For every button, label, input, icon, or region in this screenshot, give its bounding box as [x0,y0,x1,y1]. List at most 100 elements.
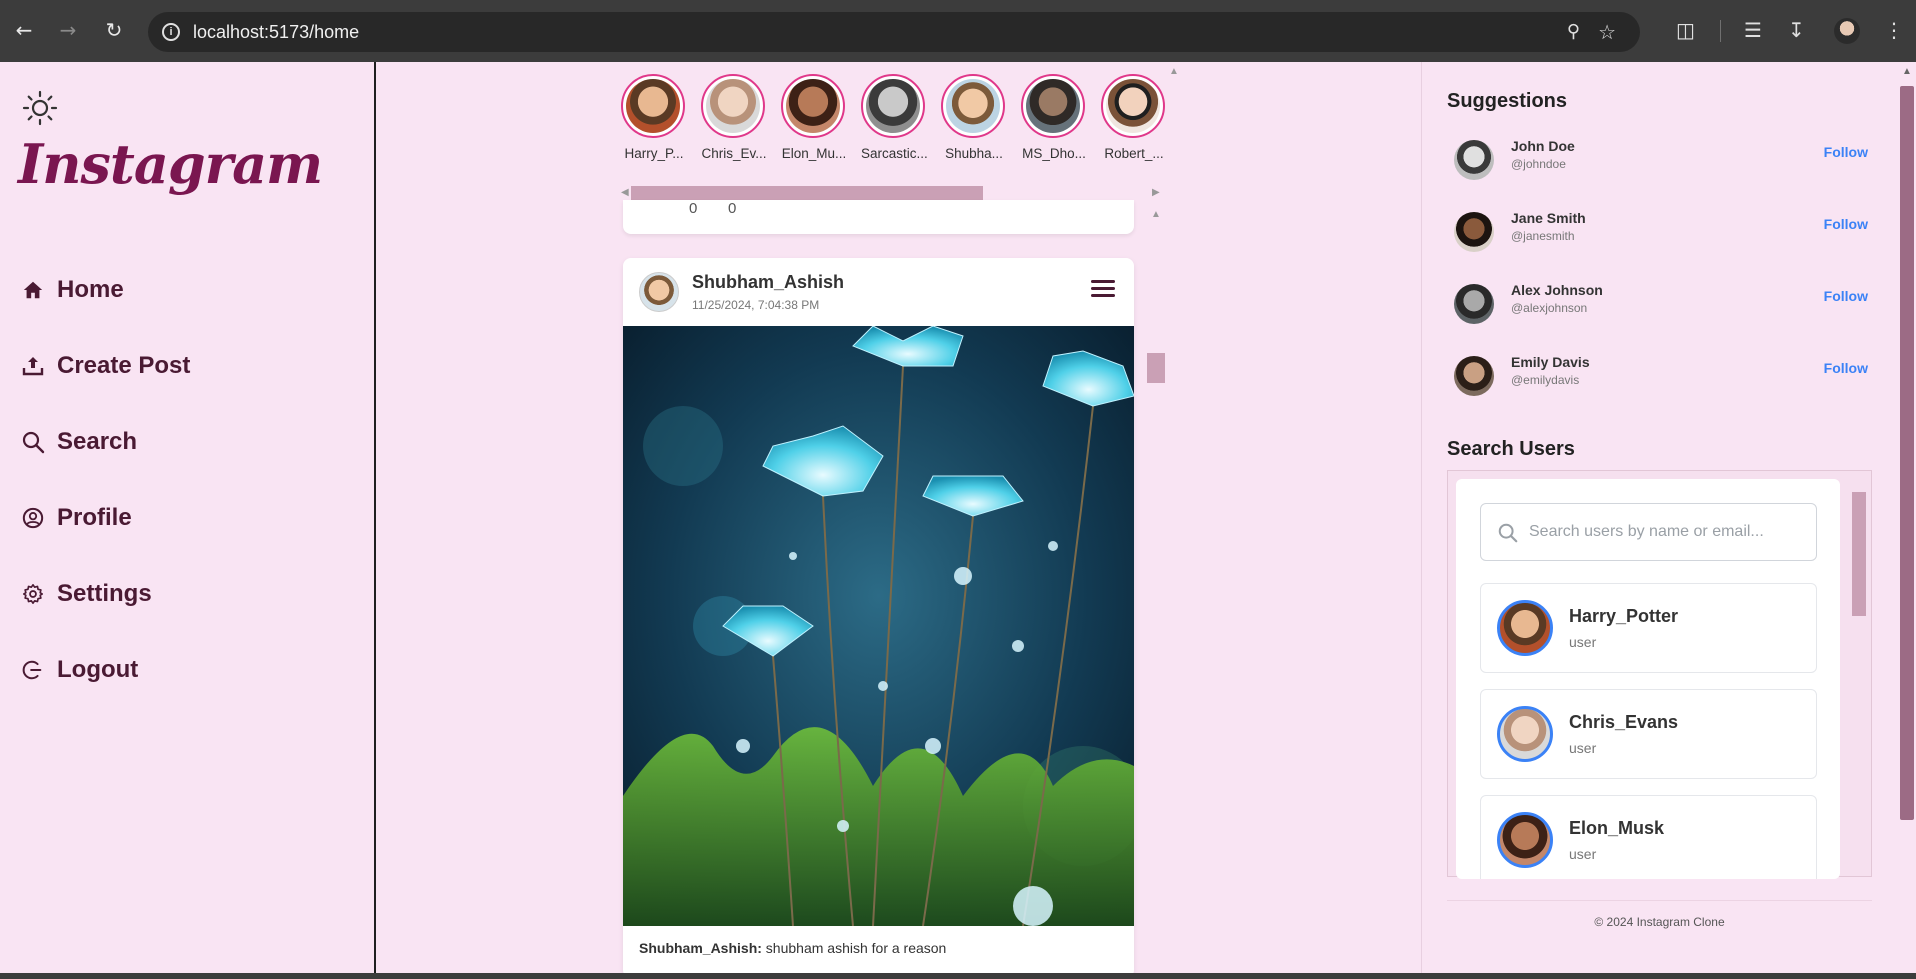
stories-scrollbar[interactable]: ◀ ▶ [621,185,1160,202]
sidebar: Instagram Home Create Post Search Profil… [0,62,376,973]
scroll-left-arrow[interactable]: ◀ [621,187,629,198]
search-input[interactable] [1529,518,1799,546]
nav-label: Settings [57,580,152,607]
story-ring [1101,74,1165,138]
suggestion-handle: @johndoe [1511,157,1566,171]
suggestion-item: Jane Smith @janesmith Follow [1454,204,1868,264]
user-result-card[interactable]: Harry_Potter user [1480,583,1817,673]
url-text[interactable]: localhost:5173/home [193,22,359,43]
gear-icon [20,581,46,607]
sun-icon[interactable] [22,90,58,126]
story-item[interactable]: Chris_Ev... [701,74,767,161]
feed-scrollbar-thumb[interactable] [1147,353,1165,383]
browser-profile-avatar[interactable] [1834,18,1860,44]
suggestion-handle: @alexjohnson [1511,301,1588,315]
user-result-role: user [1569,634,1597,650]
story-item[interactable]: MS_Dho... [1021,74,1087,161]
search-users-panel: Harry_Potter user Chris_Evans user Elon_… [1447,470,1872,879]
post-username[interactable]: Shubham_Ashish [692,272,844,293]
nav-profile[interactable]: Profile [20,480,190,556]
address-bar[interactable]: i localhost:5173/home ⚲ ☆ [148,12,1640,52]
nav-label: Profile [57,504,132,531]
user-result-name: Chris_Evans [1569,712,1679,732]
page-scrollbar[interactable]: ▲ [1898,62,1916,973]
story-username: Shubha... [945,146,1003,161]
app-logo[interactable]: Instagram [18,132,323,196]
extensions-icon[interactable]: ◫ [1676,18,1695,42]
window-bottom-edge [0,973,1916,979]
scrollbar-thumb[interactable] [1900,86,1914,820]
avatar[interactable] [1454,284,1494,324]
home-icon [20,277,46,303]
media-controls-icon[interactable]: ☰ [1744,18,1762,42]
story-username: Robert_... [1104,146,1164,161]
avatar [626,79,680,133]
suggestion-name[interactable]: Emily Davis [1511,354,1590,370]
nav-logout[interactable]: Logout [20,632,190,708]
nav-label: Search [57,428,138,455]
reload-icon[interactable]: ↻ [102,18,126,42]
browser-menu-icon[interactable]: ⋮ [1884,18,1904,42]
upload-icon [20,353,46,379]
story-username: MS_Dho... [1022,146,1086,161]
avatar[interactable] [639,272,679,312]
suggestion-name[interactable]: John Doe [1511,138,1575,154]
follow-button[interactable]: Follow [1824,144,1868,160]
search-users-list: Harry_Potter user Chris_Evans user Elon_… [1456,479,1840,879]
nav-search[interactable]: Search [20,404,190,480]
caption-text: shubham ashish for a reason [761,940,947,956]
story-ring [1021,74,1085,138]
suggestions-title: Suggestions [1447,90,1568,112]
download-icon[interactable]: ↧ [1788,18,1805,42]
nav-settings[interactable]: Settings [20,556,190,632]
forward-icon[interactable]: → [56,18,80,42]
hamburger-menu-icon[interactable] [1091,280,1115,298]
follow-button[interactable]: Follow [1824,360,1868,376]
story-item[interactable]: Shubha... [941,74,1007,161]
suggestion-handle: @janesmith [1511,229,1575,243]
user-result-role: user [1569,846,1597,862]
nav-label: Home [57,276,124,303]
back-icon[interactable]: ← [12,18,36,42]
search-field[interactable] [1480,503,1817,561]
search-users-scrollbar[interactable] [1850,480,1866,870]
nav-create-post[interactable]: Create Post [20,328,190,404]
scroll-right-arrow[interactable]: ▶ [1152,187,1160,198]
avatar[interactable] [1454,140,1494,180]
story-item[interactable]: Sarcastic... [861,74,927,161]
story-item[interactable]: Elon_Mu... [781,74,847,161]
follow-button[interactable]: Follow [1824,288,1868,304]
suggestion-name[interactable]: Alex Johnson [1511,282,1603,298]
caption-username[interactable]: Shubham_Ashish: [639,940,762,956]
suggestion-item: Emily Davis @emilydavis Follow [1454,348,1868,408]
feed: ▲ Harry_P... Chris_Ev... Elon_Mu... Sarc… [378,62,1420,973]
story-username: Sarcastic... [861,146,927,161]
story-username: Chris_Ev... [701,146,767,161]
story-item[interactable]: Harry_P... [621,74,687,161]
post-image[interactable] [623,326,1134,926]
scroll-up-arrow[interactable]: ▲ [1151,209,1161,220]
avatar[interactable] [1454,356,1494,396]
site-info-icon[interactable]: i [162,23,180,41]
avatar[interactable] [1454,212,1494,252]
toolbar-divider [1720,20,1721,42]
stories-bar[interactable]: Harry_P... Chris_Ev... Elon_Mu... Sarcas… [621,74,1167,166]
scroll-up-arrow[interactable]: ▲ [1902,66,1912,77]
user-result-card[interactable]: Elon_Musk user [1480,795,1817,879]
user-result-card[interactable]: Chris_Evans user [1480,689,1817,779]
story-ring [621,74,685,138]
avatar [1026,79,1080,133]
main-nav: Home Create Post Search Profile Settings [20,252,190,708]
follow-button[interactable]: Follow [1824,216,1868,232]
footer-copyright: © 2024 Instagram Clone [1447,900,1872,929]
avatar [786,79,840,133]
zoom-icon[interactable]: ⚲ [1567,21,1580,42]
nav-home[interactable]: Home [20,252,190,328]
right-panel: Suggestions John Doe @johndoe Follow Jan… [1421,62,1891,973]
scrollbar-thumb[interactable] [1852,492,1866,616]
suggestion-name[interactable]: Jane Smith [1511,210,1586,226]
bookmark-star-icon[interactable]: ☆ [1598,20,1616,45]
avatar [866,79,920,133]
story-item[interactable]: Robert_... [1101,74,1167,161]
scroll-up-arrow[interactable]: ▲ [1169,66,1179,77]
